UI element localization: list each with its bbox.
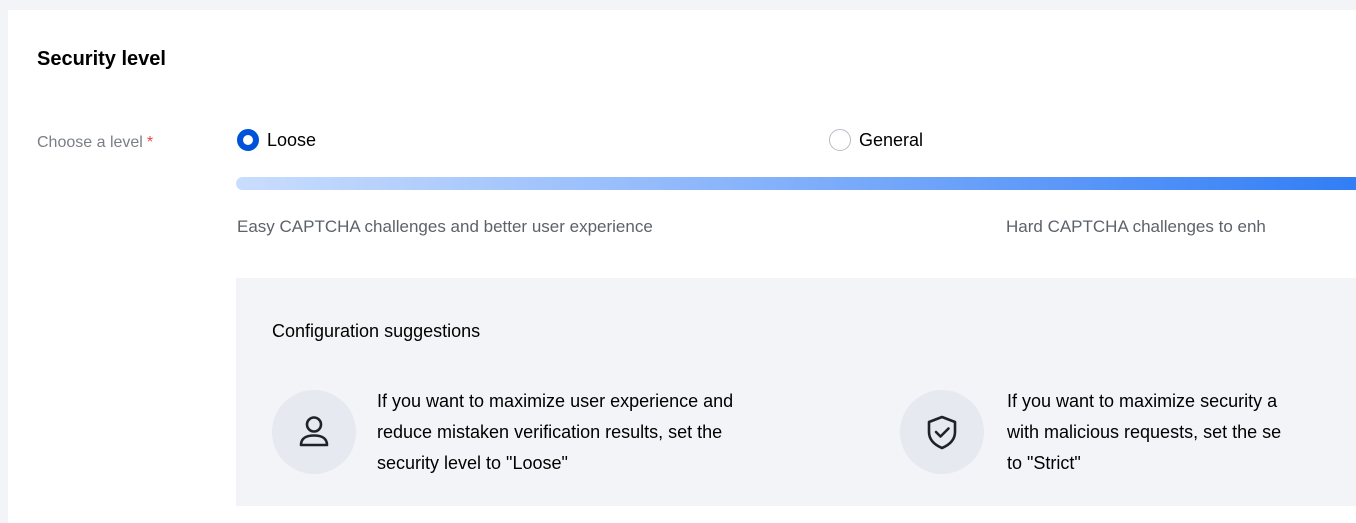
suggestions-title: Configuration suggestions xyxy=(272,321,481,341)
radio-general[interactable]: General xyxy=(829,129,923,151)
tip-line: to "Strict" xyxy=(1007,453,1081,473)
radio-unchecked-icon[interactable] xyxy=(829,129,851,151)
radio-general-label[interactable]: General xyxy=(859,130,923,151)
tip-line: reduce mistaken verification results, se… xyxy=(377,422,723,442)
tip-line: If you want to maximize security a xyxy=(1007,391,1278,411)
tip-line: with malicious requests, set the se xyxy=(1007,422,1282,442)
radio-loose-label[interactable]: Loose xyxy=(267,130,316,151)
user-icon xyxy=(272,390,356,474)
shield-check-icon xyxy=(900,390,984,474)
security-level-card: Security level Choose a level * Loose Gen… xyxy=(8,10,1356,523)
radio-checked-icon[interactable] xyxy=(237,129,259,151)
choose-level-label-text: Choose a level xyxy=(37,134,143,151)
tip-line: security level to "Loose" xyxy=(377,453,568,473)
required-mark: * xyxy=(146,134,154,151)
tip-line: If you want to maximize user experience … xyxy=(377,391,734,411)
user-experience-tip: If you want to maximize user experience … xyxy=(377,386,733,479)
loose-description: Easy CAPTCHA challenges and better user … xyxy=(237,217,653,236)
security-tip: If you want to maximize security a with … xyxy=(1007,386,1281,479)
security-level-bar[interactable] xyxy=(236,177,1356,190)
section-title: Security level xyxy=(37,48,166,70)
choose-level-label: Choose a level * xyxy=(37,134,153,152)
configuration-suggestions-panel: Configuration suggestions If you want to… xyxy=(236,278,1356,506)
strict-description: Hard CAPTCHA challenges to enh xyxy=(1006,217,1266,236)
radio-loose[interactable]: Loose xyxy=(237,129,316,151)
